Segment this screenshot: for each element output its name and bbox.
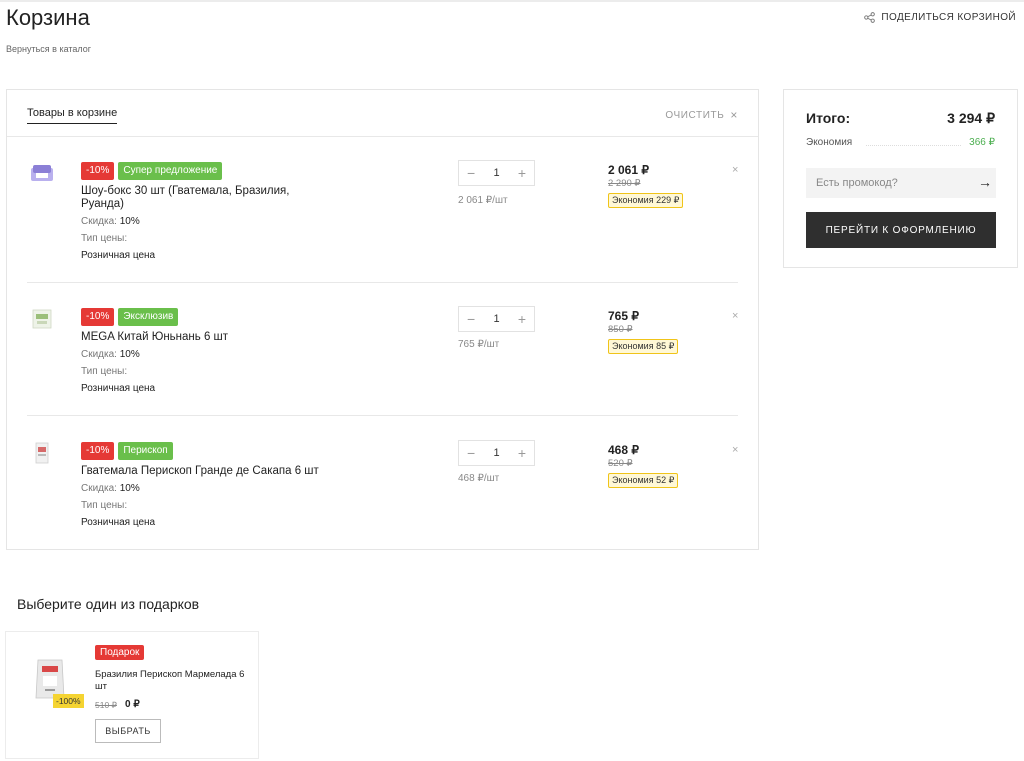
cart-item: -10% Перископ Гватемала Перископ Гранде …: [7, 440, 758, 550]
discount-value: 10%: [119, 483, 140, 494]
item-price: 468 ₽: [608, 443, 639, 457]
checkout-button[interactable]: ПЕРЕЙТИ К ОФОРМЛЕНИЮ: [806, 212, 996, 248]
quantity-stepper: − 1 +: [458, 160, 535, 186]
cart-panel: Товары в корзине ОЧИСТИТЬ × -10% Супер п…: [6, 89, 759, 550]
quantity-value[interactable]: 1: [493, 313, 499, 325]
item-name[interactable]: Шоу-бокс 30 шт (Гватемала, Бразилия, Руа…: [81, 185, 331, 211]
remove-item-button[interactable]: ×: [732, 310, 738, 322]
arrow-right-icon[interactable]: →: [978, 174, 992, 190]
cart-item: -10% Эксклюзив MEGA Китай Юньнань 6 шт С…: [7, 306, 758, 416]
item-price: 765 ₽: [608, 309, 639, 323]
economy-badge: Экономия 52 ₽: [608, 473, 679, 488]
quantity-stepper: − 1 +: [458, 306, 535, 332]
item-badges: -10% Перископ: [81, 442, 173, 460]
promo-code-input[interactable]: [806, 168, 996, 198]
discount-label: Скидка:: [81, 349, 117, 360]
item-old-price: 520 ₽: [608, 458, 633, 469]
price-type-value: Розничная цена: [81, 250, 156, 261]
product-thumbnail: [31, 165, 53, 181]
item-badges: -10% Супер предложение: [81, 162, 223, 180]
decrease-button[interactable]: −: [467, 166, 475, 180]
gift-name[interactable]: Бразилия Перископ Мармелада 6 шт: [95, 669, 255, 693]
total-value: 3 294 ₽: [947, 110, 995, 126]
order-summary: Итого: 3 294 ₽ Экономия 366 ₽ → ПЕРЕЙТИ …: [783, 89, 1018, 268]
share-icon: [864, 12, 876, 23]
promo-badge: Эксклюзив: [118, 308, 179, 326]
unit-price: 468 ₽/шт: [458, 473, 500, 484]
price-type-label: Тип цены:: [81, 500, 128, 511]
decrease-button[interactable]: −: [467, 446, 475, 460]
decrease-button[interactable]: −: [467, 312, 475, 326]
item-divider: [27, 415, 738, 416]
gift-card: -100% Подарок Бразилия Перископ Мармелад…: [5, 631, 259, 759]
price-type-value: Розничная цена: [81, 383, 156, 394]
cart-header-divider: [7, 136, 758, 137]
savings-value: 366 ₽: [969, 137, 995, 148]
item-meta: Скидка: 10% Тип цены: Розничная цена: [81, 346, 155, 397]
gifts-heading: Выберите один из подарков: [17, 596, 200, 612]
item-old-price: 850 ₽: [608, 324, 633, 335]
price-type-value: Розничная цена: [81, 517, 156, 528]
share-cart-button[interactable]: ПОДЕЛИТЬСЯ КОРЗИНОЙ: [864, 12, 1016, 23]
clear-cart-label: ОЧИСТИТЬ: [665, 109, 725, 121]
back-to-catalog-link[interactable]: Вернуться в каталог: [6, 44, 91, 54]
top-divider: [0, 0, 1024, 2]
item-badges: -10% Эксклюзив: [81, 308, 179, 326]
price-type-label: Тип цены:: [81, 366, 128, 377]
economy-badge: Экономия 85 ₽: [608, 339, 679, 354]
savings-label: Экономия: [806, 137, 853, 148]
promo-badge: Перископ: [118, 442, 173, 460]
discount-badge: -10%: [81, 308, 115, 326]
discount-value: 10%: [119, 349, 140, 360]
product-thumbnail: [32, 309, 52, 329]
gift-badge: Подарок: [95, 645, 145, 660]
select-gift-button[interactable]: ВЫБРАТЬ: [95, 719, 161, 743]
discount-label: Скидка:: [81, 216, 117, 227]
economy-badge: Экономия 229 ₽: [608, 193, 684, 208]
promo-badge: Супер предложение: [118, 162, 223, 180]
increase-button[interactable]: +: [518, 446, 526, 460]
increase-button[interactable]: +: [518, 166, 526, 180]
gift-old-price: 510 ₽: [95, 700, 117, 710]
item-name[interactable]: Гватемала Перископ Гранде де Сакапа 6 шт: [81, 465, 331, 478]
tab-cart-items[interactable]: Товары в корзине: [27, 107, 118, 124]
share-cart-label: ПОДЕЛИТЬСЯ КОРЗИНОЙ: [881, 12, 1016, 23]
item-divider: [27, 282, 738, 283]
quantity-value[interactable]: 1: [493, 447, 499, 459]
price-type-label: Тип цены:: [81, 233, 128, 244]
discount-badge: -10%: [81, 442, 115, 460]
item-old-price: 2 290 ₽: [608, 178, 641, 189]
clear-cart-button[interactable]: ОЧИСТИТЬ ×: [665, 108, 738, 122]
item-name[interactable]: MEGA Китай Юньнань 6 шт: [81, 331, 331, 344]
remove-item-button[interactable]: ×: [732, 164, 738, 176]
remove-item-button[interactable]: ×: [732, 444, 738, 456]
unit-price: 765 ₽/шт: [458, 339, 500, 350]
gift-new-price: 0 ₽: [125, 699, 140, 710]
discount-badge: -10%: [81, 162, 115, 180]
item-price: 2 061 ₽: [608, 163, 649, 177]
item-meta: Скидка: 10% Тип цены: Розничная цена: [81, 480, 155, 531]
unit-price: 2 061 ₽/шт: [458, 195, 508, 206]
discount-value: 10%: [119, 216, 140, 227]
page-title: Корзина: [6, 5, 90, 30]
close-icon: ×: [730, 108, 738, 122]
cart-item: -10% Супер предложение Шоу-бокс 30 шт (Г…: [7, 160, 758, 280]
savings-dotted-line: [866, 145, 961, 146]
increase-button[interactable]: +: [518, 312, 526, 326]
total-label: Итого:: [806, 110, 851, 126]
quantity-value[interactable]: 1: [493, 167, 499, 179]
gift-discount-badge: -100%: [53, 694, 84, 708]
product-thumbnail: [35, 442, 49, 464]
item-meta: Скидка: 10% Тип цены: Розничная цена: [81, 213, 155, 264]
quantity-stepper: − 1 +: [458, 440, 535, 466]
discount-label: Скидка:: [81, 483, 117, 494]
